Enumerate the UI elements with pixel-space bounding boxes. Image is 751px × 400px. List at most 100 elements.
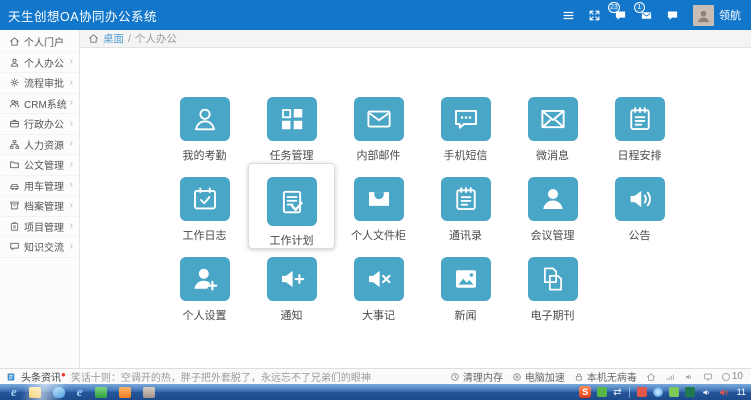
sidebar-item-documents[interactable]: 公文管理› — [0, 155, 79, 176]
security-status-button[interactable]: 本机无病毒 — [574, 369, 637, 384]
chat-notification-icon[interactable]: 23 — [607, 0, 633, 30]
tile-label: 公告 — [629, 227, 651, 243]
speaker-plus-icon — [277, 264, 307, 294]
fullscreen-icon[interactable] — [581, 0, 607, 30]
message-icon[interactable] — [659, 0, 685, 30]
sogou-ime-icon[interactable]: S — [579, 386, 591, 398]
tray-leaf-icon[interactable] — [669, 387, 679, 397]
tile-attendance[interactable]: 我的考勤 — [161, 83, 248, 163]
tray-red-app-icon[interactable] — [637, 387, 647, 397]
tile-icon-bg — [354, 177, 404, 221]
chevron-right-icon: › — [70, 78, 73, 88]
tile-work-plan[interactable]: 工作计划 — [248, 163, 335, 249]
tile-news[interactable]: 新闻 — [422, 243, 509, 323]
user-app-icon[interactable] — [143, 387, 155, 398]
tile-personal-settings[interactable]: 个人设置 — [161, 243, 248, 323]
news-ticker-text[interactable]: 笑话十则：空调开的热，胖子把外套脱了，永远忘不了兄弟们的眼神 — [71, 369, 371, 384]
news-ticker-bar: 头条资讯● 笑话十则：空调开的热，胖子把外套脱了，永远忘不了兄弟们的眼神 清理内… — [0, 368, 751, 384]
sidebar-item-workflow[interactable]: 流程审批› — [0, 73, 79, 94]
avatar[interactable] — [693, 5, 714, 26]
volume-mini-icon[interactable] — [684, 372, 694, 382]
tile-contacts[interactable]: 通讯录 — [422, 163, 509, 243]
cloud-app-icon[interactable] — [53, 387, 65, 398]
tile-meetings[interactable]: 会议管理 — [509, 163, 596, 243]
tile-major-events[interactable]: 大事记 — [335, 243, 422, 323]
breadcrumb-current: 个人办公 — [135, 31, 177, 46]
sync-tray-icon[interactable]: ⇄ — [613, 387, 621, 398]
green-app-icon[interactable] — [95, 387, 107, 398]
tile-icon-bg — [528, 97, 578, 141]
count-indicator[interactable]: 10 — [722, 371, 743, 382]
tray-green-app-icon[interactable] — [597, 387, 607, 397]
speaker-tray-icon[interactable] — [718, 387, 729, 398]
speed-up-button[interactable]: 电脑加速 — [512, 369, 565, 384]
person-icon — [538, 184, 568, 214]
tile-label: 通讯录 — [449, 227, 482, 243]
mail-notification-icon[interactable]: 1 — [633, 0, 659, 30]
tile-icon-bg — [180, 97, 230, 141]
photo-icon — [451, 264, 481, 294]
tile-work-log[interactable]: 工作日志 — [161, 163, 248, 243]
tile-notice[interactable]: 通知 — [248, 243, 335, 323]
signal-icon[interactable] — [665, 372, 675, 382]
clean-memory-button[interactable]: 清理内存 — [450, 369, 503, 384]
chevron-right-icon: › — [70, 119, 73, 129]
calendar-check-icon — [190, 184, 220, 214]
home-mini-icon[interactable] — [646, 372, 656, 382]
tile-micro-message[interactable]: 微消息 — [509, 83, 596, 163]
tile-icon-bg — [441, 177, 491, 221]
folder-icon — [9, 159, 20, 170]
sidebar-item-archives[interactable]: 档案管理› — [0, 196, 79, 217]
home-icon — [9, 36, 20, 47]
tile-row-1: 我的考勤 任务管理 内部邮件 手机短信 微消息 日程安排 — [80, 83, 751, 163]
archive-icon — [9, 200, 20, 211]
tile-file-cabinet[interactable]: 个人文件柜 — [335, 163, 422, 243]
ie-browser-icon-2[interactable]: e — [77, 385, 83, 399]
app-header: 天生创想OA协同办公系统 23 1 领航 — [0, 0, 751, 30]
tile-label: 会议管理 — [531, 227, 575, 243]
sidebar-item-knowledge[interactable]: 知识交流› — [0, 237, 79, 258]
notepad-icon — [625, 104, 655, 134]
sidebar-item-admin-office[interactable]: 行政办公› — [0, 114, 79, 135]
tile-announcement[interactable]: 公告 — [596, 163, 683, 243]
tile-label: 通知 — [281, 307, 303, 323]
sidebar-item-hr[interactable]: 人力资源› — [0, 135, 79, 156]
folder-icon[interactable] — [29, 387, 41, 398]
tile-icon-bg — [267, 97, 317, 141]
sidebar-item-crm[interactable]: CRM系统› — [0, 94, 79, 115]
news-source-label[interactable]: 头条资讯● — [21, 369, 66, 384]
sidebar-item-projects[interactable]: 项目管理› — [0, 217, 79, 238]
tile-sms[interactable]: 手机短信 — [422, 83, 509, 163]
sidebar-item-personal-office[interactable]: 个人办公› — [0, 53, 79, 74]
tile-internal-mail[interactable]: 内部邮件 — [335, 83, 422, 163]
grid-icon — [277, 104, 307, 134]
network-globe-icon[interactable] — [653, 387, 663, 397]
menu-icon[interactable] — [555, 0, 581, 30]
tile-tasks[interactable]: 任务管理 — [248, 83, 335, 163]
chevron-right-icon: › — [70, 160, 73, 170]
orange-app-icon[interactable] — [119, 387, 131, 398]
volume-tray-icon[interactable] — [701, 387, 712, 398]
breadcrumb: 桌面 / 个人办公 — [80, 30, 751, 48]
tile-label: 个人设置 — [183, 307, 227, 323]
tile-label: 手机短信 — [444, 147, 488, 163]
tile-e-journal[interactable]: 电子期刊 — [509, 243, 596, 323]
tile-schedule[interactable]: 日程安排 — [596, 83, 683, 163]
system-tray: S ⇄ 11 — [576, 386, 746, 398]
sidebar-item-portal[interactable]: 个人门户 — [0, 32, 79, 53]
notepad-icon — [451, 184, 481, 214]
chevron-right-icon: › — [70, 98, 73, 108]
taskbar-clock[interactable]: 11 — [737, 387, 746, 397]
breadcrumb-home-link[interactable]: 桌面 — [103, 31, 124, 46]
home-icon — [88, 33, 99, 44]
tile-icon-bg — [615, 97, 665, 141]
inbox-icon — [364, 184, 394, 214]
tray-screen-icon[interactable] — [685, 387, 695, 397]
username[interactable]: 领航 — [719, 7, 741, 23]
red-dot-icon: ● — [61, 370, 66, 379]
monitor-icon[interactable] — [703, 372, 713, 382]
users-icon — [9, 98, 20, 109]
tile-label: 工作日志 — [183, 227, 227, 243]
ie-browser-icon[interactable]: e — [11, 385, 17, 399]
sidebar-item-vehicles[interactable]: 用车管理› — [0, 176, 79, 197]
